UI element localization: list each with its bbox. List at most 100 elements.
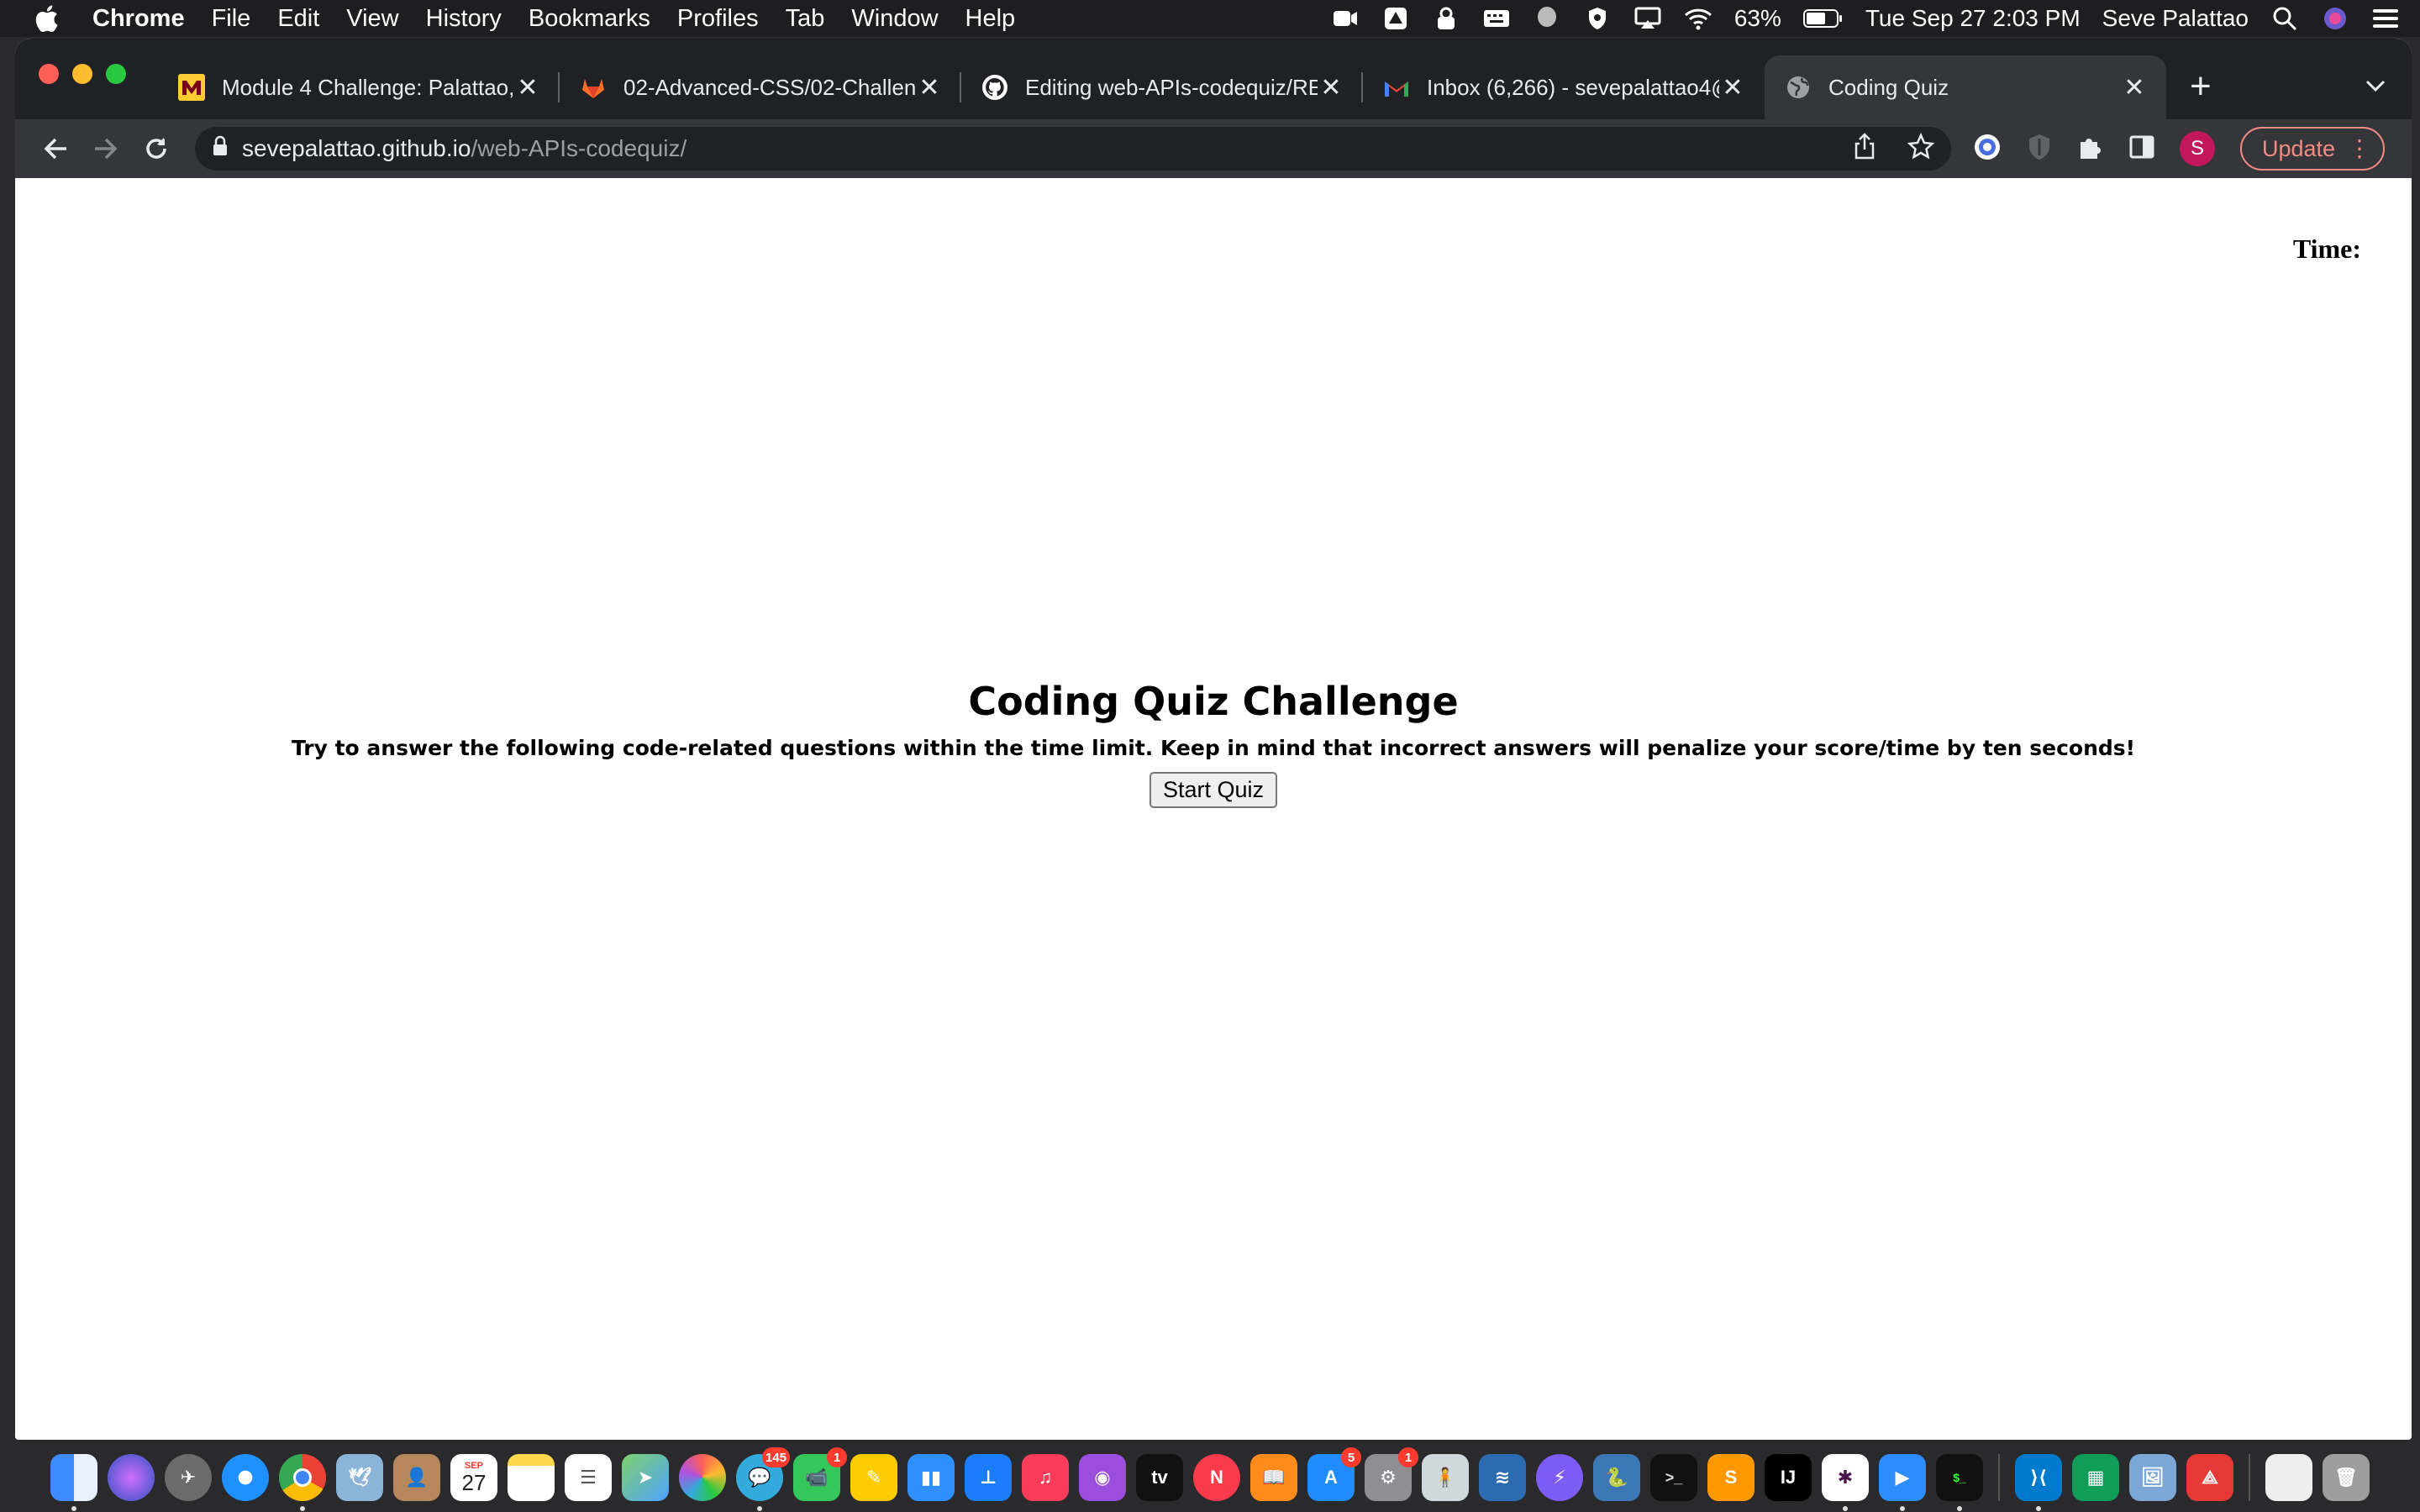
menu-view[interactable]: View: [333, 5, 412, 33]
airplay-tray-icon[interactable]: [1634, 6, 1662, 31]
bookmark-star-icon[interactable]: [1907, 132, 1935, 165]
keynote-icon[interactable]: ⊥: [965, 1454, 1012, 1501]
minimize-window-button[interactable]: [72, 64, 92, 84]
dock-divider: [2249, 1454, 2250, 1501]
apple-menu-icon[interactable]: [0, 4, 92, 33]
keyboard-tray-icon[interactable]: [1482, 6, 1511, 31]
iterm-icon[interactable]: $_: [1936, 1454, 1983, 1511]
menu-profiles[interactable]: Profiles: [664, 5, 772, 33]
news-icon[interactable]: N: [1193, 1454, 1240, 1501]
intellij-icon[interactable]: IJ: [1765, 1454, 1812, 1501]
trash-icon[interactable]: 🗑: [2323, 1454, 2370, 1501]
tab-editing-readme[interactable]: Editing web-APIs-codequiz/README ✕: [961, 55, 1363, 119]
books-icon[interactable]: 📖: [1250, 1454, 1297, 1501]
finder-icon[interactable]: [50, 1454, 97, 1511]
pages-icon[interactable]: ✎: [850, 1454, 897, 1501]
share-icon[interactable]: [1854, 132, 1876, 165]
chrome-icon[interactable]: [279, 1454, 326, 1511]
python-launcher-icon[interactable]: 🐍: [1593, 1454, 1640, 1501]
facetime-icon[interactable]: 📹 1: [793, 1447, 847, 1501]
tab-module-4-challenge[interactable]: Module 4 Challenge: Palattao, S ✕: [158, 55, 560, 119]
timer-label: Time:: [2292, 234, 2361, 264]
profile-avatar[interactable]: S: [2180, 131, 2215, 166]
back-button[interactable]: [30, 123, 81, 174]
zoom-window-button[interactable]: [106, 64, 126, 84]
numbers-icon[interactable]: ▮▮: [908, 1454, 955, 1501]
close-window-button[interactable]: [39, 64, 59, 84]
grammarly-extension-icon[interactable]: [1973, 133, 2002, 165]
contacts-icon[interactable]: 👤: [393, 1454, 440, 1501]
tab-advanced-css[interactable]: 02-Advanced-CSS/02-Challenge ✕: [560, 55, 961, 119]
menu-app-name[interactable]: Chrome: [92, 5, 198, 33]
control-center-icon[interactable]: [2371, 6, 2400, 31]
preview-icon[interactable]: 🖼: [2129, 1454, 2176, 1501]
forward-button[interactable]: [81, 123, 131, 174]
apple-tv-icon[interactable]: tv: [1136, 1454, 1183, 1501]
safari-icon[interactable]: [222, 1454, 269, 1501]
sublime-text-icon[interactable]: S: [1707, 1454, 1754, 1501]
window-controls: [39, 64, 126, 84]
extensions-puzzle-icon[interactable]: [2077, 134, 2104, 165]
tab-close-icon[interactable]: ✕: [916, 74, 943, 102]
slack-icon[interactable]: ✱: [1822, 1454, 1869, 1511]
menubar-user-name[interactable]: Seve Palattao: [2102, 5, 2249, 32]
menu-window[interactable]: Window: [838, 5, 951, 33]
figure-app-icon[interactable]: 🧍: [1422, 1454, 1469, 1501]
notes-icon[interactable]: [508, 1454, 555, 1501]
vscode-icon[interactable]: ⟩⟨: [2015, 1454, 2062, 1511]
spotlight-search-icon[interactable]: [2270, 6, 2299, 31]
system-preferences-icon[interactable]: ⚙ 1: [1365, 1447, 1418, 1501]
menu-file[interactable]: File: [198, 5, 265, 33]
menu-edit[interactable]: Edit: [264, 5, 333, 33]
menu-tab[interactable]: Tab: [772, 5, 839, 33]
google-sheets-icon[interactable]: ▦: [2072, 1454, 2119, 1501]
menubar-clock[interactable]: Tue Sep 27 2:03 PM: [1865, 5, 2081, 32]
start-quiz-button[interactable]: Start Quiz: [1149, 772, 1278, 808]
maps-icon[interactable]: ➤: [622, 1454, 669, 1501]
siri-icon[interactable]: [108, 1454, 155, 1501]
more-menu-icon[interactable]: ⋮: [2348, 135, 2371, 162]
zoom-tray-icon[interactable]: [1331, 6, 1360, 31]
tab-close-icon[interactable]: ✕: [1719, 74, 1746, 102]
photos-icon[interactable]: [679, 1454, 726, 1501]
messages-icon[interactable]: 💬 145: [736, 1447, 790, 1511]
reload-button[interactable]: [131, 123, 182, 174]
lock-tray-icon[interactable]: [1432, 6, 1460, 31]
side-panel-icon[interactable]: [2129, 134, 2154, 164]
reminders-icon[interactable]: ☰: [565, 1454, 612, 1501]
wifi-tray-icon[interactable]: [1684, 6, 1712, 31]
shield-tray-icon[interactable]: [1583, 6, 1612, 31]
acrobat-icon[interactable]: ⟁: [2186, 1454, 2233, 1501]
calendar-icon[interactable]: SEP 27: [450, 1454, 497, 1501]
menu-history[interactable]: History: [413, 5, 515, 33]
lightning-app-icon[interactable]: ⚡: [1536, 1454, 1583, 1501]
balloon-tray-icon[interactable]: [1533, 6, 1561, 31]
menu-help[interactable]: Help: [952, 5, 1029, 33]
drive-tray-icon[interactable]: [1381, 6, 1410, 31]
lock-icon[interactable]: [212, 135, 229, 163]
documents-folder-icon[interactable]: [2265, 1454, 2312, 1501]
music-icon[interactable]: ♫: [1022, 1454, 1069, 1501]
siri-icon[interactable]: [2321, 6, 2349, 31]
podcasts-icon[interactable]: ◉: [1079, 1454, 1126, 1501]
tab-close-icon[interactable]: ✕: [1318, 74, 1344, 102]
launchpad-icon[interactable]: ✈: [165, 1454, 212, 1501]
update-button[interactable]: Update ⋮: [2240, 127, 2385, 171]
terminal-icon[interactable]: >_: [1650, 1454, 1697, 1501]
tab-close-icon[interactable]: ✕: [2121, 74, 2148, 102]
audio-wave-icon[interactable]: ≋: [1479, 1454, 1526, 1501]
new-tab-button[interactable]: +: [2190, 66, 2212, 108]
tab-coding-quiz[interactable]: Coding Quiz ✕: [1765, 55, 2166, 119]
address-bar[interactable]: sevepalattao.github.io/web-APIs-codequiz…: [195, 127, 1951, 171]
tab-gmail-inbox[interactable]: Inbox (6,266) - sevepalattao4@gmail ✕: [1363, 55, 1765, 119]
zoom-app-icon[interactable]: ▶: [1879, 1454, 1926, 1511]
menu-bookmarks[interactable]: Bookmarks: [515, 5, 664, 33]
dock-divider: [1998, 1454, 2000, 1501]
tab-search-chevron-icon[interactable]: [2365, 72, 2386, 98]
battery-icon[interactable]: [1802, 6, 1844, 31]
tab-close-icon[interactable]: ✕: [514, 74, 541, 102]
app-store-icon[interactable]: A5: [1307, 1447, 1361, 1501]
status-tray: 63% Tue Sep 27 2:03 PM Seve Palattao: [1331, 5, 2420, 32]
mail-stamp-icon[interactable]: 🕊: [336, 1454, 383, 1501]
shield-extension-icon[interactable]: [2027, 133, 2052, 165]
